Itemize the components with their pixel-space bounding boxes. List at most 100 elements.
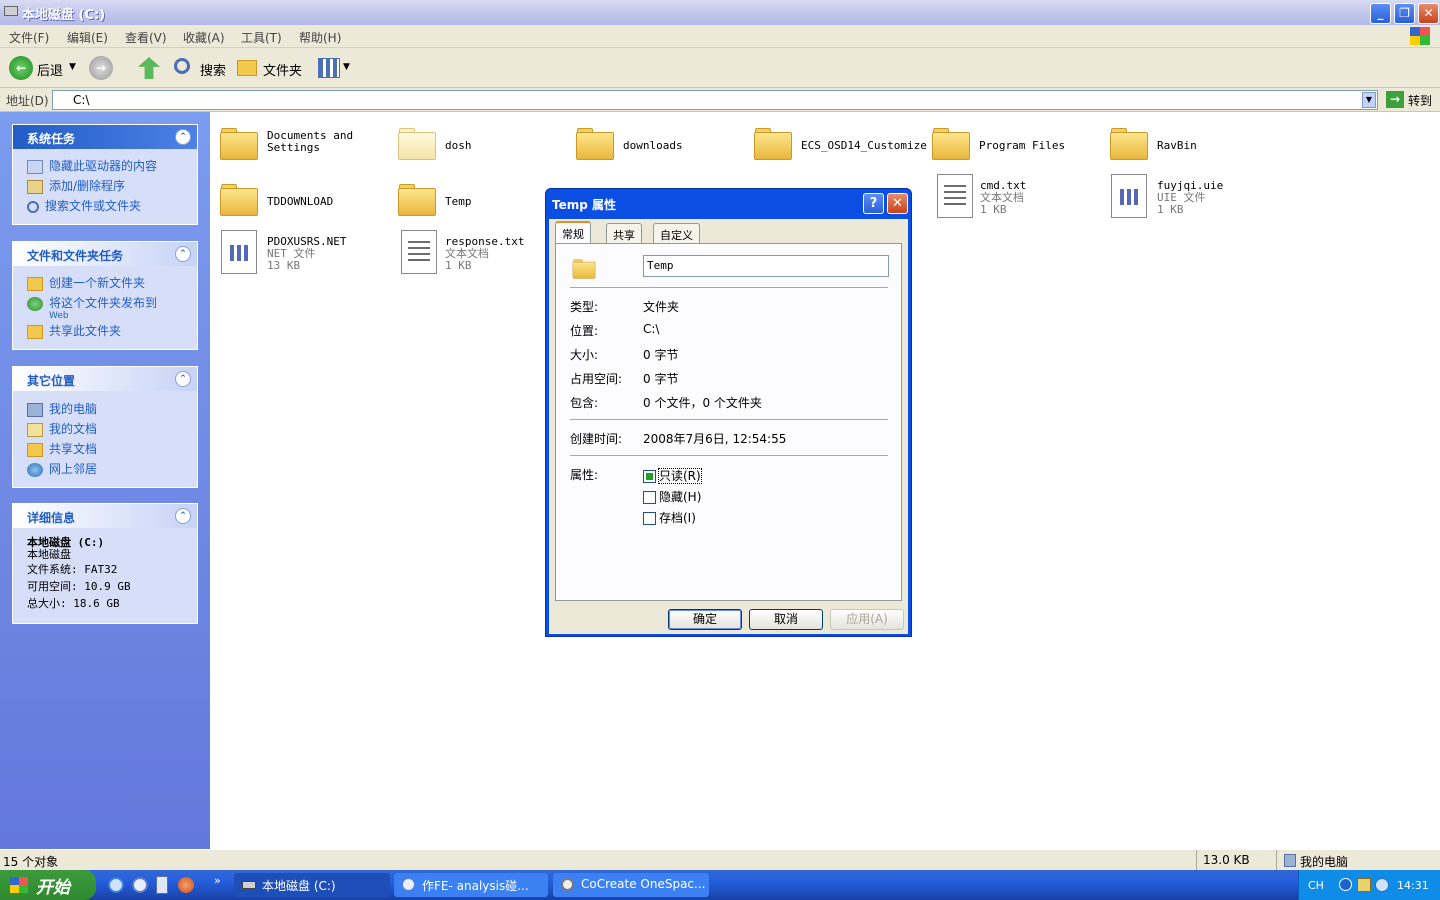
folder-icon (219, 124, 259, 162)
create-folder-link[interactable]: 创建一个新文件夹 (27, 274, 145, 291)
maximize-button[interactable]: ❐ (1394, 3, 1415, 24)
address-dropdown-icon[interactable]: ▼ (1362, 92, 1376, 108)
cancel-button[interactable]: 取消 (749, 609, 823, 630)
windows-logo-icon (10, 877, 28, 893)
close-button[interactable]: ✕ (1418, 3, 1439, 24)
views-dropdown-icon[interactable]: ▼ (343, 62, 350, 72)
menu-tools[interactable]: 工具(T) (241, 29, 282, 46)
back-arrow-icon[interactable]: ← (9, 56, 33, 80)
file-response-txt[interactable]: response.txt 文本文档 1 KB (399, 230, 569, 280)
menu-favorites[interactable]: 收藏(A) (183, 29, 225, 46)
views-icon[interactable] (318, 58, 340, 78)
minimize-button[interactable]: _ (1370, 3, 1391, 24)
collapse-icon[interactable]: ⌃ (175, 129, 191, 145)
menu-file[interactable]: 文件(F) (9, 29, 49, 46)
language-indicator[interactable]: CH (1308, 879, 1324, 892)
checkbox[interactable] (643, 491, 656, 504)
collapse-icon[interactable]: ⌃ (175, 371, 191, 387)
folder-documents-and-settings[interactable]: Documents and Settings (219, 124, 389, 174)
menu-view[interactable]: 查看(V) (125, 29, 167, 46)
task-analysis[interactable]: 作FE- analysis碰... (394, 873, 548, 897)
link-label: 我的文档 (49, 422, 98, 436)
shared-documents-link[interactable]: 共享文档 (27, 440, 97, 457)
file-name: downloads (623, 139, 683, 152)
tray-app-icon[interactable] (1357, 878, 1371, 892)
collapse-icon[interactable]: ⌃ (175, 246, 191, 262)
menu-edit[interactable]: 编辑(E) (67, 29, 108, 46)
file-fuyjqi-uie[interactable]: fuyjqi.uie UIE 文件 1 KB (1109, 174, 1279, 224)
start-label: 开始 (36, 878, 70, 898)
menu-help[interactable]: 帮助(H) (299, 29, 341, 46)
forward-arrow-icon[interactable]: → (89, 56, 113, 80)
programs-icon (27, 179, 43, 194)
go-arrow-icon[interactable]: → (1386, 91, 1404, 108)
media-icon[interactable] (156, 876, 168, 894)
folder-icon (27, 442, 43, 457)
apply-button[interactable]: 应用(A) (830, 609, 904, 630)
folder-temp[interactable]: Temp (397, 180, 567, 230)
folder-program-files[interactable]: Program Files (931, 124, 1101, 174)
ok-button[interactable]: 确定 (668, 609, 742, 630)
back-dropdown-icon[interactable]: ▼ (69, 62, 76, 72)
hide-drive-contents-link[interactable]: 隐藏此驱动器的内容 (27, 157, 157, 174)
quicklaunch-chevron-icon[interactable]: » (214, 874, 221, 887)
details-free-space: 可用空间: 10.9 GB (27, 580, 131, 593)
details-panel: 详细信息 ⌃ 本地磁盘 (C:) 本地磁盘 文件系统: FAT32 可用空间: 1… (12, 503, 198, 624)
net-file-icon (221, 230, 257, 274)
network-tray-icon[interactable] (1375, 878, 1389, 892)
share-folder-link[interactable]: 共享此文件夹 (27, 322, 121, 339)
address-label: 地址(D) (6, 94, 49, 108)
search-icon[interactable] (174, 58, 190, 74)
title-bar[interactable]: 本地磁盘 (C:) _ ❐ ✕ (0, 0, 1440, 25)
hidden-checkbox[interactable]: 隐藏(H) (643, 488, 701, 505)
folder-ravbin[interactable]: RavBin (1109, 124, 1279, 174)
app-icon[interactable] (178, 877, 194, 893)
tab-general[interactable]: 常规 (555, 221, 591, 244)
quicklaunch-icon[interactable] (132, 877, 148, 893)
tab-sharing[interactable]: 共享 (606, 223, 642, 243)
my-computer-link[interactable]: 我的电脑 (27, 400, 97, 417)
search-button[interactable]: 搜索 (200, 60, 226, 79)
folders-button[interactable]: 文件夹 (263, 60, 302, 79)
network-places-link[interactable]: 网上邻居 (27, 460, 97, 477)
start-button[interactable]: 开始 (0, 870, 96, 900)
checkbox[interactable] (643, 512, 656, 525)
checkbox-indeterminate[interactable] (643, 470, 656, 483)
folders-icon[interactable] (237, 60, 257, 76)
file-name: Temp (445, 195, 472, 208)
details-header[interactable]: 详细信息 ⌃ (13, 504, 197, 528)
folder-ecs-osd14[interactable]: ECS_OSD14_Customize (753, 124, 927, 174)
file-cmd-txt[interactable]: cmd.txt 文本文档 1 KB (935, 174, 1105, 224)
tab-customize[interactable]: 自定义 (653, 223, 700, 243)
task-local-disk[interactable]: 本地磁盘 (C:) (234, 873, 390, 897)
dialog-close-button[interactable]: ✕ (887, 193, 908, 214)
archive-checkbox[interactable]: 存档(I) (643, 509, 696, 526)
drive-icon (4, 6, 18, 16)
other-places-header[interactable]: 其它位置 ⌃ (13, 367, 197, 391)
folder-downloads[interactable]: downloads (575, 124, 745, 174)
dialog-body: 常规 共享 自定义 Temp 类型: 文件夹 位置: C:\ 大小: 0 字节 … (549, 219, 908, 634)
my-documents-link[interactable]: 我的文档 (27, 420, 97, 437)
link-label: 我的电脑 (49, 402, 98, 416)
search-files-link[interactable]: 搜索文件或文件夹 (27, 197, 141, 214)
ie-icon[interactable] (108, 877, 124, 893)
folder-dosh[interactable]: dosh (397, 124, 567, 174)
clock[interactable]: 14:31 (1397, 879, 1429, 892)
publish-web-link[interactable]: 将这个文件夹发布到 Web (27, 294, 157, 321)
help-button[interactable]: ? (863, 193, 884, 214)
address-input[interactable]: C:\ (52, 90, 1378, 110)
file-pdoxusrs-net[interactable]: PDOXUSRS.NET NET 文件 13 KB (219, 230, 389, 280)
collapse-icon[interactable]: ⌃ (175, 508, 191, 524)
folder-tddownload[interactable]: TDDOWNLOAD (219, 180, 389, 230)
up-folder-icon[interactable] (138, 57, 160, 79)
file-tasks-header[interactable]: 文件和文件夹任务 ⌃ (13, 242, 197, 266)
add-remove-programs-link[interactable]: 添加/删除程序 (27, 177, 125, 194)
task-cocreate[interactable]: CoCreate OneSpac... (553, 873, 709, 897)
tray-arrow-icon[interactable] (1339, 878, 1352, 891)
folder-name-input[interactable]: Temp (643, 255, 889, 277)
go-button[interactable]: 转到 (1408, 92, 1432, 109)
system-tasks-header[interactable]: 系统任务 ⌃ (13, 125, 197, 149)
readonly-checkbox[interactable]: 只读(R) (643, 467, 702, 484)
text-document-icon (937, 174, 973, 218)
back-button[interactable]: 后退 (37, 60, 63, 79)
